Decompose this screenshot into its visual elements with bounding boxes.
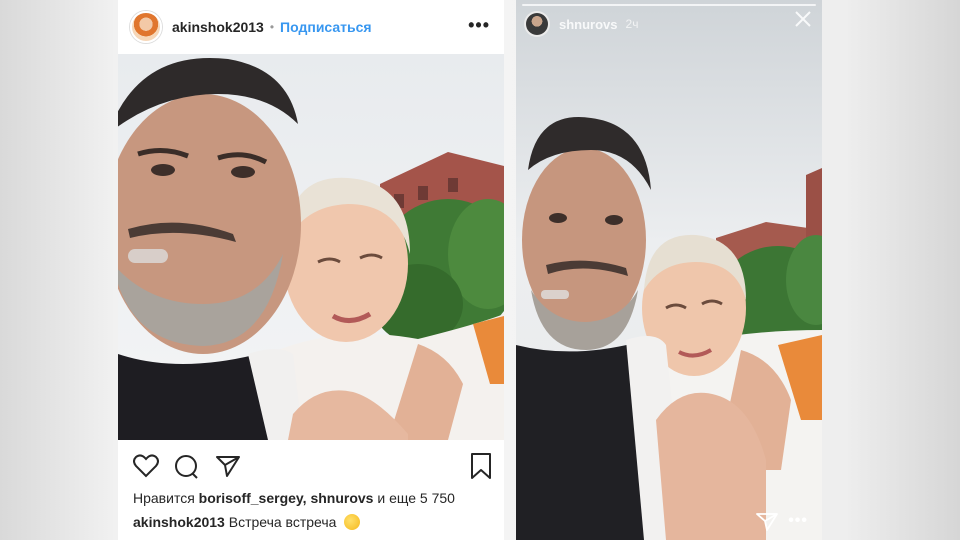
likes-suffix[interactable]: и еще 5 750 (377, 490, 455, 506)
post-username[interactable]: akinshok2013 (172, 19, 264, 35)
story-photo (516, 0, 822, 540)
post-photo-illustration (118, 54, 504, 440)
story-username[interactable]: shnurovs (559, 17, 618, 32)
caption-username[interactable]: akinshok2013 (133, 514, 225, 530)
likes-prefix: Нравится (133, 490, 195, 506)
instagram-post: akinshok2013 • Подписаться ••• Нравится … (118, 0, 504, 540)
share-icon[interactable] (215, 454, 241, 478)
smiley-emoji-icon (344, 514, 361, 530)
send-icon[interactable] (756, 512, 778, 532)
comment-icon[interactable] (174, 454, 200, 480)
instagram-story: shnurovs 2ч ••• (516, 0, 822, 540)
post-header: akinshok2013 • Подписаться ••• (118, 0, 504, 54)
heart-icon[interactable] (133, 454, 159, 478)
close-icon[interactable] (794, 10, 812, 28)
more-options-icon[interactable]: ••• (788, 512, 808, 530)
post-photo (118, 54, 504, 440)
caption-text: Встреча встреча (228, 514, 337, 530)
post-caption: akinshok2013 Встреча встреча (133, 514, 361, 530)
likes-users[interactable]: borisoff_sergey, shnurovs (199, 490, 374, 506)
post-actions (118, 448, 504, 484)
story-progress-bar (522, 4, 816, 6)
more-options-icon[interactable]: ••• (468, 15, 490, 36)
avatar[interactable] (130, 11, 162, 43)
story-timestamp: 2ч (625, 17, 639, 31)
bookmark-icon[interactable] (470, 452, 492, 480)
follow-button[interactable]: Подписаться (280, 19, 372, 35)
likes-summary: Нравится borisoff_sergey, shnurovs и еще… (133, 490, 455, 506)
separator-dot: • (269, 20, 275, 34)
avatar[interactable] (524, 11, 550, 37)
story-header: shnurovs 2ч (524, 10, 638, 38)
